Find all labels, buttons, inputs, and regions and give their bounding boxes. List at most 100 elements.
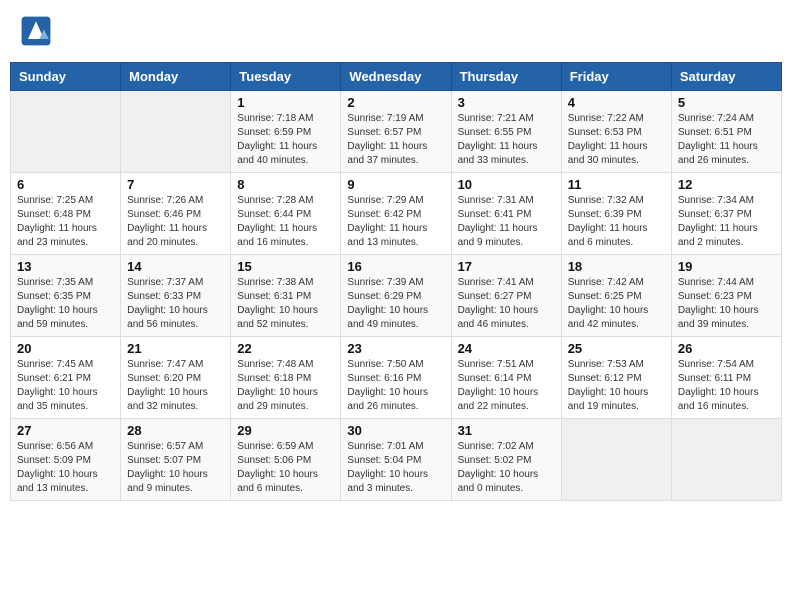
day-number: 12	[678, 177, 775, 192]
day-number: 19	[678, 259, 775, 274]
calendar-cell: 28 Sunrise: 6:57 AM Sunset: 5:07 PM Dayli…	[121, 419, 231, 501]
calendar-cell	[561, 419, 671, 501]
day-number: 7	[127, 177, 224, 192]
day-number: 4	[568, 95, 665, 110]
day-info: Sunrise: 7:41 AM Sunset: 6:27 PM Dayligh…	[458, 276, 555, 332]
day-info: Sunrise: 6:56 AM Sunset: 5:09 PM Dayligh…	[17, 440, 114, 496]
day-info: Sunrise: 7:25 AM Sunset: 6:48 PM Dayligh…	[17, 194, 114, 250]
day-header-monday: Monday	[121, 63, 231, 91]
calendar-cell: 8 Sunrise: 7:28 AM Sunset: 6:44 PM Daylig…	[231, 173, 341, 255]
calendar-table: SundayMondayTuesdayWednesdayThursdayFrid…	[10, 62, 782, 501]
day-number: 23	[347, 341, 444, 356]
calendar-cell: 14Sunrise: 7:37 AM Sunset: 6:33 PM Dayli…	[121, 255, 231, 337]
day-info: Sunrise: 7:02 AM Sunset: 5:02 PM Dayligh…	[458, 440, 555, 496]
calendar-cell: 4 Sunrise: 7:22 AM Sunset: 6:53 PM Daylig…	[561, 91, 671, 173]
day-number: 21	[127, 341, 224, 356]
calendar-cell: 11Sunrise: 7:32 AM Sunset: 6:39 PM Dayli…	[561, 173, 671, 255]
day-number: 10	[458, 177, 555, 192]
day-info: Sunrise: 7:31 AM Sunset: 6:41 PM Dayligh…	[458, 194, 555, 250]
calendar-cell: 5 Sunrise: 7:24 AM Sunset: 6:51 PM Daylig…	[671, 91, 781, 173]
day-number: 2	[347, 95, 444, 110]
calendar-cell: 12 Sunrise: 7:34 AM Sunset: 6:37 PM Dayli…	[671, 173, 781, 255]
day-info: Sunrise: 7:45 AM Sunset: 6:21 PM Dayligh…	[17, 358, 114, 414]
day-header-wednesday: Wednesday	[341, 63, 451, 91]
calendar-cell: 6 Sunrise: 7:25 AM Sunset: 6:48 PM Daylig…	[11, 173, 121, 255]
calendar-cell: 10 Sunrise: 7:31 AM Sunset: 6:41 PM Dayli…	[451, 173, 561, 255]
calendar-cell: 16 Sunrise: 7:39 AM Sunset: 6:29 PM Dayli…	[341, 255, 451, 337]
day-info: Sunrise: 7:22 AM Sunset: 6:53 PM Dayligh…	[568, 112, 665, 168]
calendar-cell: 23 Sunrise: 7:50 AM Sunset: 6:16 PM Dayli…	[341, 337, 451, 419]
calendar-cell: 30Sunrise: 7:01 AM Sunset: 5:04 PM Dayli…	[341, 419, 451, 501]
day-info: Sunrise: 7:18 AM Sunset: 6:59 PM Dayligh…	[237, 112, 334, 168]
calendar-cell: 13 Sunrise: 7:35 AM Sunset: 6:35 PM Dayli…	[11, 255, 121, 337]
day-info: Sunrise: 7:47 AM Sunset: 6:20 PM Dayligh…	[127, 358, 224, 414]
calendar-cell: 25 Sunrise: 7:53 AM Sunset: 6:12 PM Dayli…	[561, 337, 671, 419]
day-header-tuesday: Tuesday	[231, 63, 341, 91]
calendar-cell	[121, 91, 231, 173]
day-info: Sunrise: 7:34 AM Sunset: 6:37 PM Dayligh…	[678, 194, 775, 250]
day-info: Sunrise: 7:53 AM Sunset: 6:12 PM Dayligh…	[568, 358, 665, 414]
calendar-cell: 24 Sunrise: 7:51 AM Sunset: 6:14 PM Dayli…	[451, 337, 561, 419]
calendar-cell: 7 Sunrise: 7:26 AM Sunset: 6:46 PM Daylig…	[121, 173, 231, 255]
calendar-header: SundayMondayTuesdayWednesdayThursdayFrid…	[11, 63, 782, 91]
day-info: Sunrise: 6:59 AM Sunset: 5:06 PM Dayligh…	[237, 440, 334, 496]
calendar-cell: 19 Sunrise: 7:44 AM Sunset: 6:23 PM Dayli…	[671, 255, 781, 337]
calendar-cell: 22 Sunrise: 7:48 AM Sunset: 6:18 PM Dayli…	[231, 337, 341, 419]
day-info: Sunrise: 7:26 AM Sunset: 6:46 PM Dayligh…	[127, 194, 224, 250]
calendar-cell: 3Sunrise: 7:21 AM Sunset: 6:55 PM Daylig…	[451, 91, 561, 173]
day-info: Sunrise: 7:44 AM Sunset: 6:23 PM Dayligh…	[678, 276, 775, 332]
day-number: 30	[347, 423, 444, 438]
calendar-cell: 26 Sunrise: 7:54 AM Sunset: 6:11 PM Dayli…	[671, 337, 781, 419]
calendar-cell	[11, 91, 121, 173]
day-info: Sunrise: 7:28 AM Sunset: 6:44 PM Dayligh…	[237, 194, 334, 250]
logo-icon	[20, 15, 52, 47]
day-number: 8	[237, 177, 334, 192]
day-number: 5	[678, 95, 775, 110]
day-number: 31	[458, 423, 555, 438]
day-header-sunday: Sunday	[11, 63, 121, 91]
day-number: 25	[568, 341, 665, 356]
week-row-1: 1Sunrise: 7:18 AM Sunset: 6:59 PM Daylig…	[11, 91, 782, 173]
day-info: Sunrise: 7:54 AM Sunset: 6:11 PM Dayligh…	[678, 358, 775, 414]
calendar-cell: 21 Sunrise: 7:47 AM Sunset: 6:20 PM Dayli…	[121, 337, 231, 419]
day-number: 6	[17, 177, 114, 192]
day-number: 24	[458, 341, 555, 356]
calendar-body: 1Sunrise: 7:18 AM Sunset: 6:59 PM Daylig…	[11, 91, 782, 501]
day-info: Sunrise: 7:38 AM Sunset: 6:31 PM Dayligh…	[237, 276, 334, 332]
day-number: 11	[568, 177, 665, 192]
calendar-cell: 18Sunrise: 7:42 AM Sunset: 6:25 PM Dayli…	[561, 255, 671, 337]
day-number: 13	[17, 259, 114, 274]
calendar-cell: 17Sunrise: 7:41 AM Sunset: 6:27 PM Dayli…	[451, 255, 561, 337]
day-info: Sunrise: 7:35 AM Sunset: 6:35 PM Dayligh…	[17, 276, 114, 332]
day-info: Sunrise: 6:57 AM Sunset: 5:07 PM Dayligh…	[127, 440, 224, 496]
day-number: 16	[347, 259, 444, 274]
week-row-4: 20 Sunrise: 7:45 AM Sunset: 6:21 PM Dayli…	[11, 337, 782, 419]
day-number: 29	[237, 423, 334, 438]
day-info: Sunrise: 7:39 AM Sunset: 6:29 PM Dayligh…	[347, 276, 444, 332]
calendar-cell: 9 Sunrise: 7:29 AM Sunset: 6:42 PM Daylig…	[341, 173, 451, 255]
week-row-3: 13 Sunrise: 7:35 AM Sunset: 6:35 PM Dayli…	[11, 255, 782, 337]
day-info: Sunrise: 7:48 AM Sunset: 6:18 PM Dayligh…	[237, 358, 334, 414]
calendar-cell: 2Sunrise: 7:19 AM Sunset: 6:57 PM Daylig…	[341, 91, 451, 173]
day-number: 26	[678, 341, 775, 356]
calendar-cell: 1Sunrise: 7:18 AM Sunset: 6:59 PM Daylig…	[231, 91, 341, 173]
day-number: 18	[568, 259, 665, 274]
header-row: SundayMondayTuesdayWednesdayThursdayFrid…	[11, 63, 782, 91]
day-info: Sunrise: 7:50 AM Sunset: 6:16 PM Dayligh…	[347, 358, 444, 414]
day-number: 20	[17, 341, 114, 356]
day-header-thursday: Thursday	[451, 63, 561, 91]
day-info: Sunrise: 7:29 AM Sunset: 6:42 PM Dayligh…	[347, 194, 444, 250]
calendar-cell: 15 Sunrise: 7:38 AM Sunset: 6:31 PM Dayli…	[231, 255, 341, 337]
day-info: Sunrise: 7:51 AM Sunset: 6:14 PM Dayligh…	[458, 358, 555, 414]
day-number: 9	[347, 177, 444, 192]
day-number: 22	[237, 341, 334, 356]
day-header-friday: Friday	[561, 63, 671, 91]
day-info: Sunrise: 7:24 AM Sunset: 6:51 PM Dayligh…	[678, 112, 775, 168]
page-header	[10, 10, 782, 52]
day-number: 15	[237, 259, 334, 274]
day-info: Sunrise: 7:37 AM Sunset: 6:33 PM Dayligh…	[127, 276, 224, 332]
day-number: 27	[17, 423, 114, 438]
logo	[20, 15, 56, 47]
calendar-cell: 29 Sunrise: 6:59 AM Sunset: 5:06 PM Dayli…	[231, 419, 341, 501]
day-number: 28	[127, 423, 224, 438]
